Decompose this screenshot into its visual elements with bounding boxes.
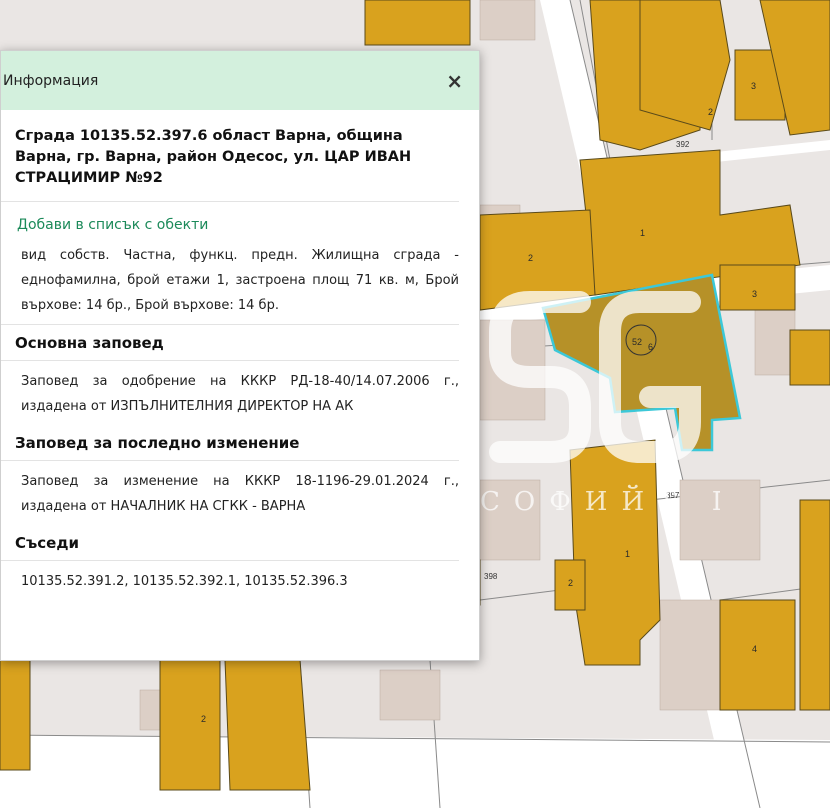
building-number-sub: 6	[648, 342, 653, 352]
map-label: 2	[201, 714, 206, 724]
panel-header: Информация ×	[1, 51, 479, 110]
add-to-list-link[interactable]: Добави в списък с обекти	[1, 202, 224, 233]
panel-title: Информация	[3, 72, 99, 89]
map-label: 4	[752, 644, 757, 654]
map-label: 1	[625, 549, 630, 559]
map-label: 397	[666, 491, 680, 500]
neighbours-heading: Съседи	[1, 525, 459, 561]
main-order-heading: Основна заповед	[1, 325, 459, 361]
map-label: 2	[528, 253, 533, 263]
map-label: 2	[708, 107, 713, 117]
main-order-text: Заповед за одобрение на КККР РД-18-40/14…	[21, 374, 459, 414]
map-label: 398	[484, 572, 498, 581]
neighbours-text: 10135.52.391.2, 10135.52.392.1, 10135.52…	[21, 574, 348, 589]
last-change-text: Заповед за изменение на КККР 18-1196-29.…	[21, 474, 459, 514]
last-change-heading: Заповед за последно изменение	[1, 425, 459, 461]
building-number-label: 52	[632, 337, 642, 347]
map-label: 2	[568, 578, 573, 588]
map-label: 1	[640, 228, 645, 238]
map-label: 392	[676, 140, 690, 149]
building-description: вид собств. Частна, функц. предн. Жилищн…	[21, 248, 459, 313]
map-label: 3	[752, 289, 757, 299]
info-panel: Информация × Сграда 10135.52.397.6 облас…	[0, 50, 480, 661]
building-title: Сграда 10135.52.397.6 област Варна, общи…	[1, 110, 459, 202]
close-icon[interactable]: ×	[442, 69, 467, 93]
map-label: 3	[751, 81, 756, 91]
